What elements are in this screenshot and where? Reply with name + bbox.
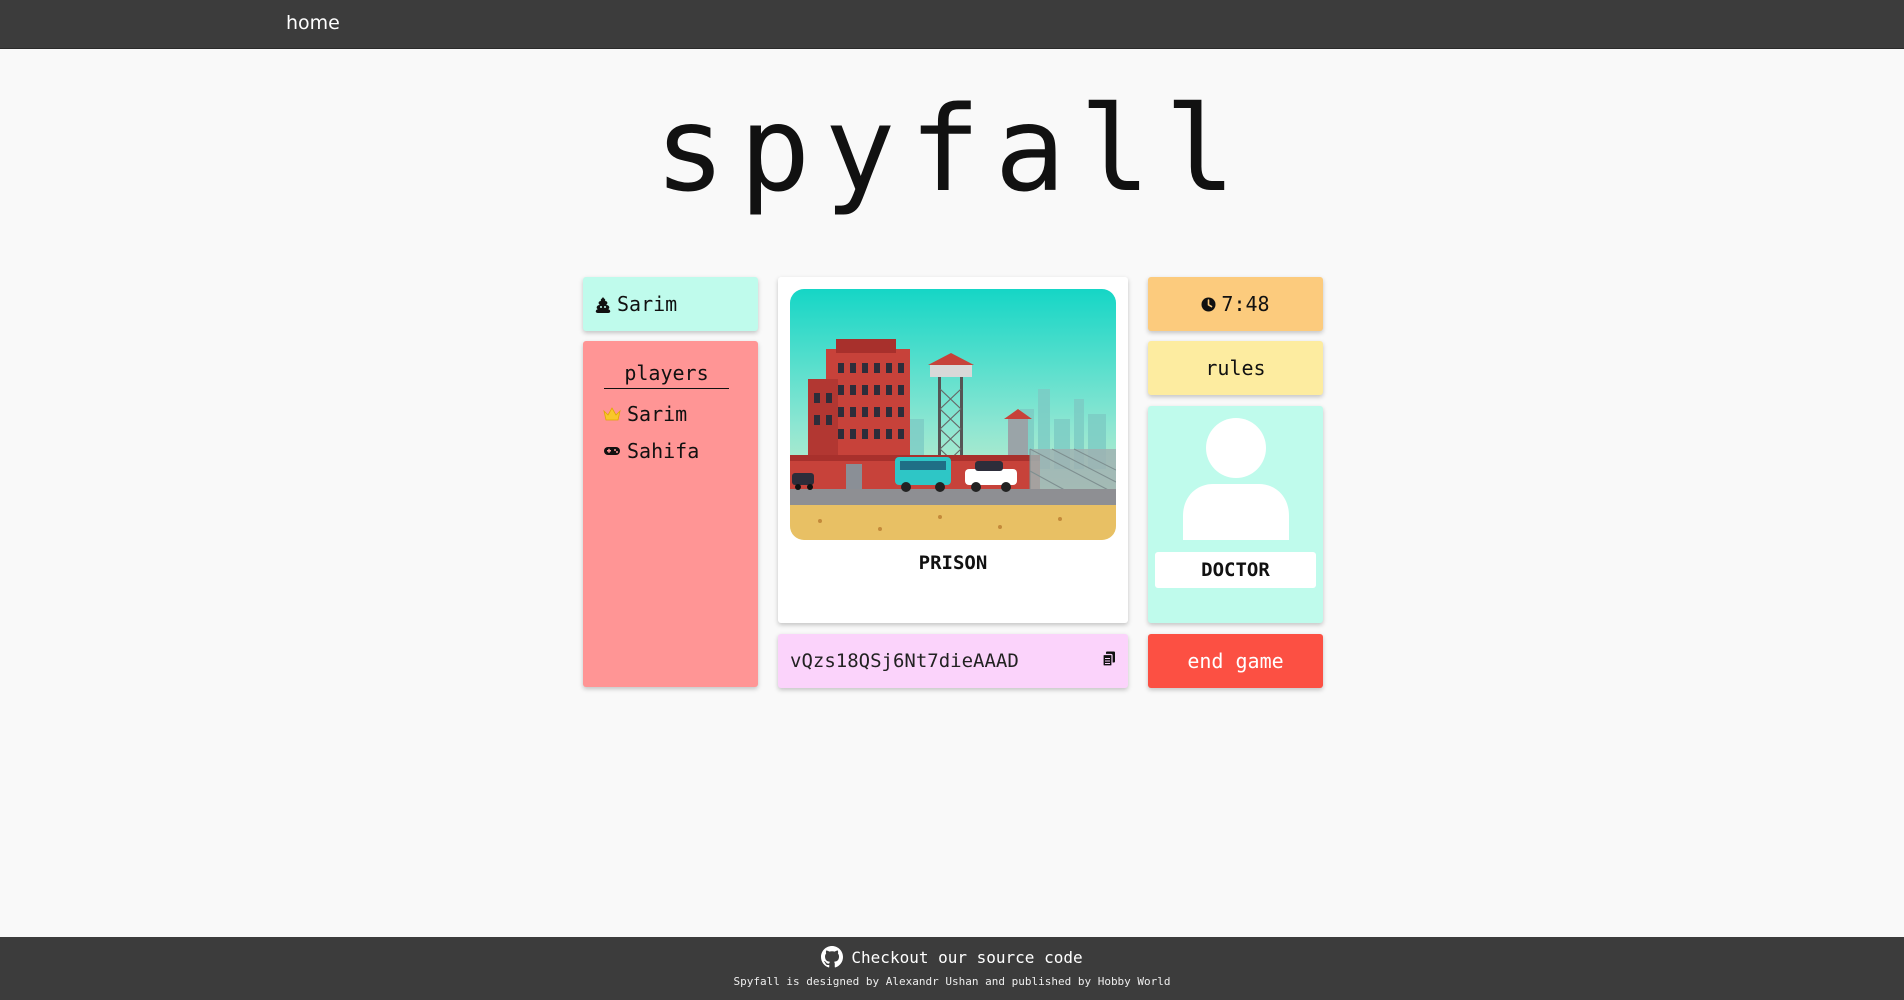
game-code: vQzs18QSj6Nt7dieAAAD xyxy=(790,650,1019,672)
footer: Checkout our source code Spyfall is desi… xyxy=(0,937,1904,1000)
copy-icon[interactable] xyxy=(1102,650,1116,672)
location-card: PRISON xyxy=(778,277,1128,623)
role-card: DOCTOR xyxy=(1148,406,1323,623)
end-game-button[interactable]: end game xyxy=(1148,634,1323,688)
player-name: Sahifa xyxy=(627,439,700,463)
home-link[interactable]: home xyxy=(286,12,340,34)
current-player-name: Sarim xyxy=(617,292,678,316)
player-name: Sarim xyxy=(627,402,688,426)
prison-illustration xyxy=(790,289,1116,540)
current-player-card: Sarim xyxy=(583,277,758,331)
source-code-label[interactable]: Checkout our source code xyxy=(851,948,1082,967)
players-panel: players Sarim Sahifa xyxy=(583,341,758,687)
players-heading: players xyxy=(604,361,729,389)
crown-icon xyxy=(603,406,621,422)
github-icon xyxy=(821,946,844,968)
poop-icon xyxy=(595,295,611,313)
player-list-item: Sahifa xyxy=(603,439,738,463)
user-avatar-icon xyxy=(1182,418,1289,540)
page-title: spyfall xyxy=(654,80,1250,218)
timer: 7:48 xyxy=(1148,277,1323,331)
game-code-bar: vQzs18QSj6Nt7dieAAAD xyxy=(778,634,1128,688)
timer-value: 7:48 xyxy=(1221,292,1270,316)
player-list-item: Sarim xyxy=(603,402,738,426)
rules-button[interactable]: rules xyxy=(1148,341,1323,395)
clock-icon xyxy=(1201,297,1216,312)
footer-credit: Spyfall is designed by Alexandr Ushan an… xyxy=(733,975,1171,988)
role-name: DOCTOR xyxy=(1155,552,1316,588)
source-code-link[interactable]: Checkout our source code xyxy=(0,946,1904,968)
location-name: PRISON xyxy=(918,552,988,574)
top-nav-bar: home xyxy=(0,0,1904,49)
gamepad-icon xyxy=(603,443,621,459)
